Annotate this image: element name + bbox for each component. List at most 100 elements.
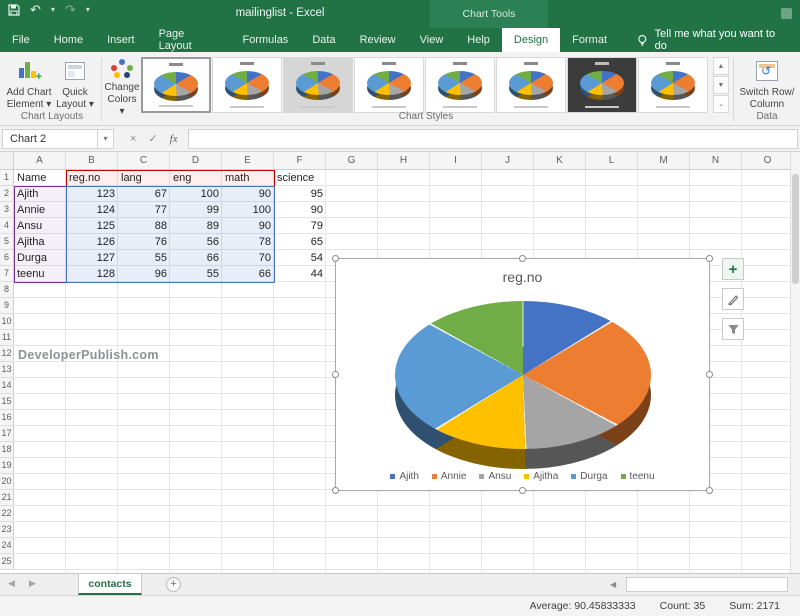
cell-E3[interactable]: 100 bbox=[225, 202, 271, 218]
chart-elements-plus-icon[interactable]: + bbox=[722, 258, 744, 280]
chart-style-thumb-3[interactable] bbox=[283, 57, 353, 113]
cancel-icon[interactable]: × bbox=[130, 133, 136, 145]
row-header-12[interactable]: 12 bbox=[0, 346, 14, 362]
undo-dropdown-icon[interactable]: ▾ bbox=[51, 6, 55, 14]
cell-D2[interactable]: 100 bbox=[173, 186, 219, 202]
enter-icon[interactable]: ✓ bbox=[148, 132, 157, 145]
tab-help[interactable]: Help bbox=[455, 28, 502, 52]
column-header-D[interactable]: D bbox=[170, 152, 222, 169]
cell-D7[interactable]: 55 bbox=[173, 266, 219, 282]
chart-handle-sw[interactable] bbox=[332, 487, 339, 494]
tab-format[interactable]: Format bbox=[560, 28, 619, 52]
tab-data[interactable]: Data bbox=[300, 28, 347, 52]
chart-handle-se[interactable] bbox=[706, 487, 713, 494]
chart-handle-w[interactable] bbox=[332, 371, 339, 378]
cell-C2[interactable]: 67 bbox=[121, 186, 167, 202]
row-header-21[interactable]: 21 bbox=[0, 490, 14, 506]
tab-page-layout[interactable]: Page Layout bbox=[147, 28, 231, 52]
add-chart-element-button[interactable]: + Add Chart Element ▾ bbox=[6, 56, 52, 118]
tell-me-box[interactable]: Tell me what you want to do bbox=[623, 28, 800, 52]
select-all-corner[interactable] bbox=[0, 152, 14, 170]
worksheet-grid[interactable]: ABCDEFGHIJKLMNO 123456789101112131415161… bbox=[0, 152, 800, 573]
cell-B3[interactable]: 124 bbox=[69, 202, 115, 218]
chart-legend[interactable]: AjithAnnieAnsuAjithaDurgateenu bbox=[336, 471, 709, 482]
cell-B4[interactable]: 125 bbox=[69, 218, 115, 234]
cell-A5[interactable]: Ajitha bbox=[17, 234, 63, 250]
tab-review[interactable]: Review bbox=[348, 28, 408, 52]
cell-E5[interactable]: 78 bbox=[225, 234, 271, 250]
cell-E6[interactable]: 70 bbox=[225, 250, 271, 266]
cell-B6[interactable]: 127 bbox=[69, 250, 115, 266]
column-header-F[interactable]: F bbox=[274, 152, 326, 169]
cell-F4[interactable]: 79 bbox=[277, 218, 323, 234]
cell-A7[interactable]: teenu bbox=[17, 266, 63, 282]
cell-D5[interactable]: 56 bbox=[173, 234, 219, 250]
chart-filters-funnel-icon[interactable] bbox=[722, 318, 744, 340]
cell-C4[interactable]: 88 bbox=[121, 218, 167, 234]
pie-chart-object[interactable]: reg.no AjithAnnieAnsuAjithaDurgateenu bbox=[335, 258, 710, 491]
cell-C1[interactable]: lang bbox=[121, 170, 167, 186]
row-header-11[interactable]: 11 bbox=[0, 330, 14, 346]
cell-F5[interactable]: 65 bbox=[277, 234, 323, 250]
tab-formulas[interactable]: Formulas bbox=[230, 28, 300, 52]
row-header-16[interactable]: 16 bbox=[0, 410, 14, 426]
column-header-E[interactable]: E bbox=[222, 152, 274, 169]
cell-E7[interactable]: 66 bbox=[225, 266, 271, 282]
chart-style-thumb-6[interactable] bbox=[496, 57, 566, 113]
insert-function-icon[interactable]: fx bbox=[170, 133, 178, 145]
row-header-24[interactable]: 24 bbox=[0, 538, 14, 554]
tab-insert[interactable]: Insert bbox=[95, 28, 147, 52]
cell-B1[interactable]: reg.no bbox=[69, 170, 115, 186]
gallery-scroll-up-icon[interactable]: ▲ bbox=[713, 57, 729, 75]
row-header-9[interactable]: 9 bbox=[0, 298, 14, 314]
row-header-14[interactable]: 14 bbox=[0, 378, 14, 394]
row-header-10[interactable]: 10 bbox=[0, 314, 14, 330]
vertical-scrollbar[interactable] bbox=[790, 152, 800, 573]
row-header-3[interactable]: 3 bbox=[0, 202, 14, 218]
gallery-scroll-down-icon[interactable]: ▼ bbox=[713, 76, 729, 94]
row-header-25[interactable]: 25 bbox=[0, 554, 14, 570]
window-corner-icon[interactable] bbox=[781, 8, 792, 19]
row-header-15[interactable]: 15 bbox=[0, 394, 14, 410]
name-box[interactable]: Chart 2 bbox=[2, 129, 98, 149]
cell-C7[interactable]: 96 bbox=[121, 266, 167, 282]
cell-A4[interactable]: Ansu bbox=[17, 218, 63, 234]
cell-E1[interactable]: math bbox=[225, 170, 271, 186]
column-header-H[interactable]: H bbox=[378, 152, 430, 169]
row-header-19[interactable]: 19 bbox=[0, 458, 14, 474]
chart-style-thumb-4[interactable] bbox=[354, 57, 424, 113]
chart-style-thumb-2[interactable] bbox=[212, 57, 282, 113]
formula-input[interactable] bbox=[188, 129, 798, 149]
cell-D4[interactable]: 89 bbox=[173, 218, 219, 234]
row-header-2[interactable]: 2 bbox=[0, 186, 14, 202]
hscroll-left-icon[interactable]: ◀ bbox=[610, 580, 616, 589]
chart-style-thumb-5[interactable] bbox=[425, 57, 495, 113]
row-header-7[interactable]: 7 bbox=[0, 266, 14, 282]
cell-A2[interactable]: Ajith bbox=[17, 186, 63, 202]
gallery-more-icon[interactable]: ⌄ bbox=[713, 95, 729, 113]
save-icon[interactable] bbox=[8, 4, 20, 16]
row-header-8[interactable]: 8 bbox=[0, 282, 14, 298]
column-header-N[interactable]: N bbox=[690, 152, 742, 169]
cell-F6[interactable]: 54 bbox=[277, 250, 323, 266]
sheet-tab-contacts[interactable]: contacts bbox=[78, 574, 142, 595]
chart-style-thumb-7[interactable] bbox=[567, 57, 637, 113]
column-header-K[interactable]: K bbox=[534, 152, 586, 169]
column-header-L[interactable]: L bbox=[586, 152, 638, 169]
row-header-23[interactable]: 23 bbox=[0, 522, 14, 538]
tab-file[interactable]: File bbox=[0, 28, 42, 52]
chart-handle-nw[interactable] bbox=[332, 255, 339, 262]
column-header-O[interactable]: O bbox=[742, 152, 794, 169]
cell-D6[interactable]: 66 bbox=[173, 250, 219, 266]
chart-style-thumb-1[interactable] bbox=[141, 57, 211, 113]
customize-qat-icon[interactable]: ▾ bbox=[86, 6, 90, 14]
sheet-nav-left-icon[interactable]: ◀ bbox=[8, 578, 15, 589]
cell-C3[interactable]: 77 bbox=[121, 202, 167, 218]
row-header-5[interactable]: 5 bbox=[0, 234, 14, 250]
column-header-J[interactable]: J bbox=[482, 152, 534, 169]
row-header-4[interactable]: 4 bbox=[0, 218, 14, 234]
chart-handle-ne[interactable] bbox=[706, 255, 713, 262]
cell-A6[interactable]: Durga bbox=[17, 250, 63, 266]
cell-E2[interactable]: 90 bbox=[225, 186, 271, 202]
cell-B5[interactable]: 126 bbox=[69, 234, 115, 250]
